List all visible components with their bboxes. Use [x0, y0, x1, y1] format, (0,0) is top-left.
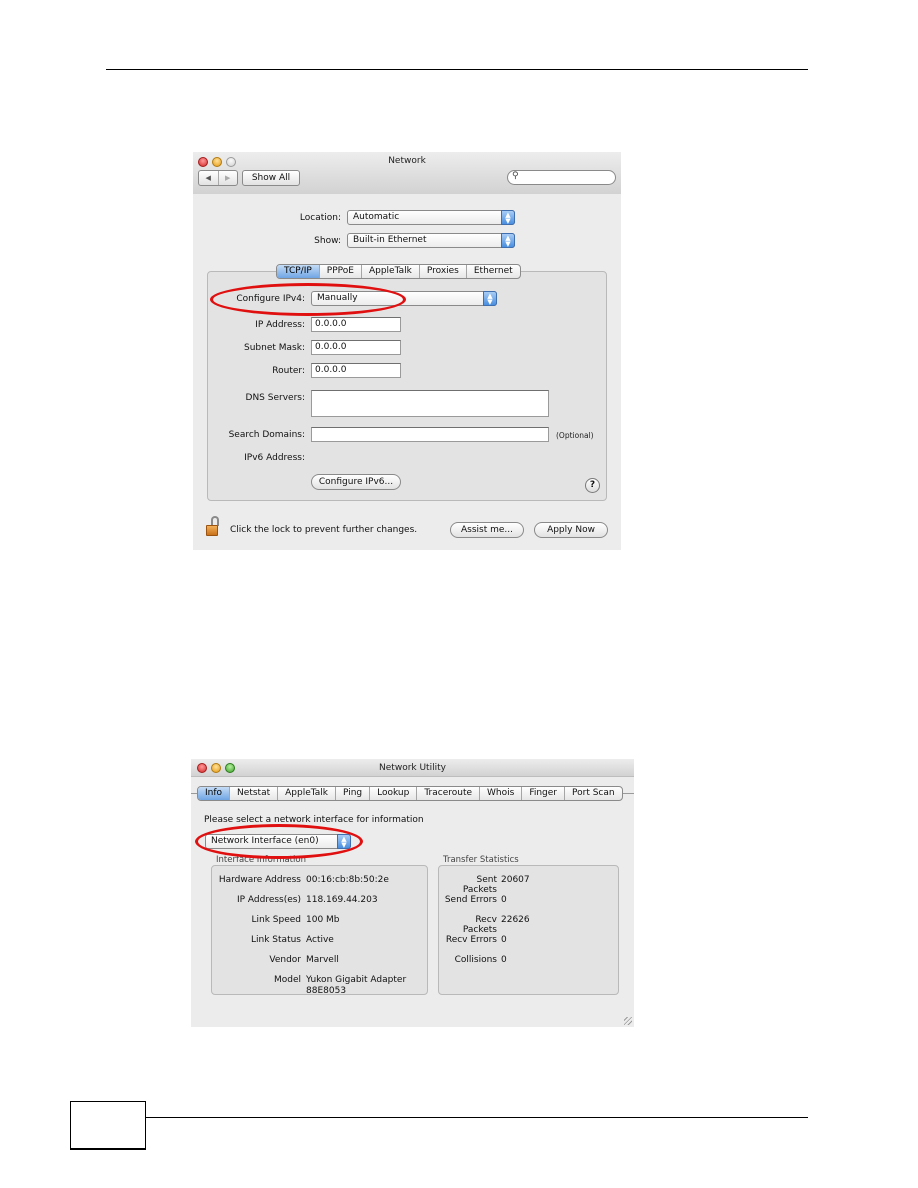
dns-servers-label: DNS Servers:	[245, 393, 305, 403]
interface-info-key: Model	[273, 975, 301, 985]
interface-info-value: 118.169.44.203	[306, 895, 378, 905]
router-label: Router:	[272, 366, 305, 376]
interface-info-key: Link Speed	[251, 915, 301, 925]
interface-info-value-line2: 88E8053	[306, 986, 347, 996]
network-preferences-window: Network ◀ ▶ Show All ⚲ Location: Automat…	[193, 152, 621, 550]
interface-info-key: Hardware Address	[218, 875, 301, 885]
window-title: Network Utility	[379, 763, 446, 773]
ip-address-label: IP Address:	[255, 320, 305, 330]
forward-arrow-icon[interactable]: ▶	[219, 171, 238, 185]
optional-hint: (Optional)	[556, 431, 594, 440]
search-icon: ⚲	[512, 171, 519, 181]
interface-info-key: Vendor	[269, 955, 301, 965]
interface-prompt: Please select a network interface for in…	[204, 815, 424, 825]
configure-ipv4-value: Manually	[317, 293, 358, 303]
interface-info-value: Yukon Gigabit Adapter	[306, 975, 407, 985]
transfer-stat-value: 0	[501, 955, 507, 965]
transfer-stat-value: 20607	[501, 875, 530, 885]
transfer-stat-key: Recv Packets	[462, 915, 497, 935]
interface-info-heading: Interface Information	[216, 855, 306, 865]
transfer-stat-value: 0	[501, 935, 507, 945]
popup-arrows-icon: ▲ ▼	[337, 834, 351, 849]
apply-now-button[interactable]: Apply Now	[534, 522, 608, 538]
tab-ethernet[interactable]: Ethernet	[467, 265, 520, 278]
transfer-stats-heading: Transfer Statistics	[443, 855, 519, 865]
show-select[interactable]: Built-in Ethernet ▲ ▼	[347, 233, 515, 248]
popup-arrows-icon: ▲ ▼	[501, 210, 515, 225]
ip-address-field[interactable]: 0.0.0.0	[311, 317, 401, 332]
search-field[interactable]: ⚲	[507, 170, 616, 185]
configure-ipv6-button[interactable]: Configure IPv6...	[311, 474, 401, 490]
search-domains-label: Search Domains:	[228, 430, 305, 440]
interface-info-value: Active	[306, 935, 334, 945]
dns-servers-field[interactable]	[311, 390, 549, 417]
window-title: Network	[388, 156, 426, 166]
tab-traceroute[interactable]: Traceroute	[417, 787, 481, 800]
location-value: Automatic	[353, 212, 400, 222]
tab-tcpip[interactable]: TCP/IP	[277, 265, 320, 278]
tab-pppoe[interactable]: PPPoE	[320, 265, 362, 278]
network-titlebar: Network ◀ ▶ Show All ⚲	[193, 152, 621, 194]
subnet-mask-label: Subnet Mask:	[244, 343, 305, 353]
resize-grip-icon[interactable]	[624, 1017, 632, 1025]
utility-tabs: Info Netstat AppleTalk Ping Lookup Trace…	[197, 786, 623, 801]
interface-info-value: 100 Mb	[306, 915, 340, 925]
transfer-stat-key: Sent Packets	[462, 875, 497, 895]
page-footer-rule	[146, 1117, 808, 1118]
tab-whois[interactable]: Whois	[480, 787, 523, 800]
tab-appletalk[interactable]: AppleTalk	[278, 787, 336, 800]
interface-select-value: Network Interface (en0)	[211, 836, 319, 846]
tab-lookup[interactable]: Lookup	[370, 787, 418, 800]
location-select[interactable]: Automatic ▲ ▼	[347, 210, 515, 225]
tab-proxies[interactable]: Proxies	[420, 265, 467, 278]
tab-appletalk[interactable]: AppleTalk	[362, 265, 420, 278]
router-field[interactable]: 0.0.0.0	[311, 363, 401, 378]
lock-icon[interactable]	[206, 516, 220, 538]
tab-info[interactable]: Info	[198, 787, 231, 800]
interface-info-value: Marvell	[306, 955, 339, 965]
interface-info-key: IP Address(es)	[236, 895, 301, 905]
transfer-stat-value: 22626	[501, 915, 530, 925]
assist-me-button[interactable]: Assist me...	[450, 522, 524, 538]
tab-ping[interactable]: Ping	[336, 787, 371, 800]
tab-finger[interactable]: Finger	[522, 787, 566, 800]
nav-back-forward: ◀ ▶	[198, 170, 238, 186]
configure-ipv4-label: Configure IPv4:	[236, 294, 305, 304]
transfer-stat-value: 0	[501, 895, 507, 905]
location-label: Location:	[299, 213, 341, 223]
show-all-button[interactable]: Show All	[242, 170, 300, 186]
interface-select[interactable]: Network Interface (en0) ▲ ▼	[205, 834, 351, 849]
ipv6-address-label: IPv6 Address:	[244, 453, 305, 463]
network-utility-window: Network Utility Info Netstat AppleTalk P…	[191, 759, 634, 1027]
show-label: Show:	[314, 236, 341, 246]
show-value: Built-in Ethernet	[353, 235, 427, 245]
search-input[interactable]	[524, 172, 610, 183]
utility-titlebar: Network Utility	[191, 759, 634, 777]
back-arrow-icon[interactable]: ◀	[199, 171, 219, 185]
interface-info-value: 00:16:cb:8b:50:2e	[306, 875, 389, 885]
transfer-stat-key: Send Errors	[444, 895, 497, 905]
popup-arrows-icon: ▲ ▼	[483, 291, 497, 306]
page-number-box	[70, 1101, 146, 1150]
subnet-mask-field[interactable]: 0.0.0.0	[311, 340, 401, 355]
popup-arrows-icon: ▲ ▼	[501, 233, 515, 248]
network-tabs: TCP/IP PPPoE AppleTalk Proxies Ethernet	[276, 264, 521, 279]
transfer-stat-key: Collisions	[454, 955, 497, 965]
tab-port-scan[interactable]: Port Scan	[565, 787, 622, 800]
tab-netstat[interactable]: Netstat	[230, 787, 279, 800]
configure-ipv4-select[interactable]: Manually ▲ ▼	[311, 291, 497, 306]
interface-info-key: Link Status	[251, 935, 301, 945]
transfer-stat-key: Recv Errors	[445, 935, 497, 945]
page-header-rule	[106, 69, 808, 70]
help-button[interactable]: ?	[585, 478, 600, 493]
search-domains-field[interactable]	[311, 427, 549, 442]
lock-text: Click the lock to prevent further change…	[230, 525, 418, 535]
